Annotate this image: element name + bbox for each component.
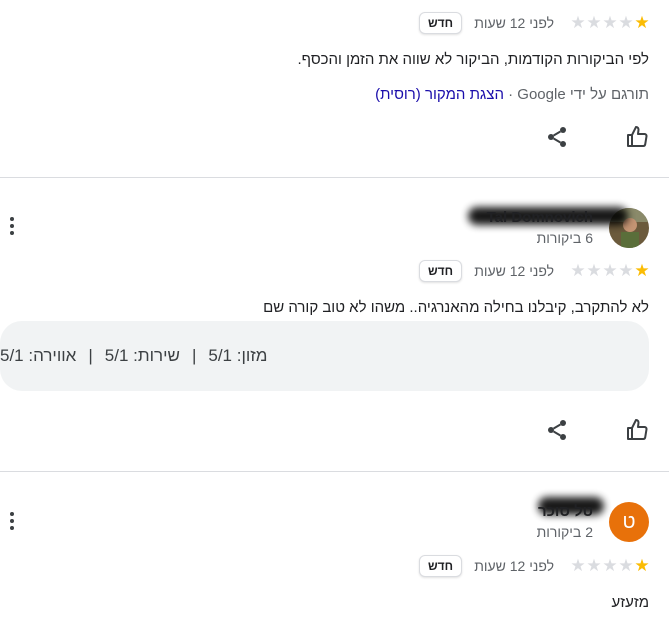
review2-like-button[interactable] bbox=[625, 418, 649, 442]
review2-ratings: מזון: 5/1 | שירות: 5/1 | אווירה: 5/1 bbox=[0, 321, 649, 391]
review2-share-button[interactable] bbox=[545, 418, 569, 442]
review2-reviews-count: 6 ביקורות bbox=[536, 230, 593, 246]
review3-stars: ★ ★ ★ ★ ★ bbox=[570, 556, 650, 576]
review3-more-button[interactable] bbox=[7, 512, 17, 530]
review2-more-button[interactable] bbox=[7, 217, 17, 235]
review3-new-badge: חדש bbox=[418, 555, 462, 577]
star-icon: ★ bbox=[586, 556, 602, 575]
review-divider bbox=[0, 177, 669, 178]
star-icon: ★ bbox=[602, 13, 618, 32]
share-icon bbox=[548, 420, 566, 440]
review2-text: לא להתקרב, קיבלנו בחילה מהאנרגיה.. משהו … bbox=[263, 299, 649, 316]
star-icon: ★ bbox=[586, 261, 602, 280]
review1-text: לפי הביקורות הקודמות, הביקור לא שווה את … bbox=[297, 51, 649, 68]
show-original-link[interactable]: הצגת המקור (רוסית) bbox=[375, 86, 504, 103]
review2-time: לפני 12 שעות bbox=[474, 263, 554, 279]
review1-stars: ★ ★ ★ ★ ★ bbox=[570, 13, 650, 33]
star-icon: ★ bbox=[618, 261, 634, 280]
rating-separator: | bbox=[191, 346, 197, 365]
review3-reviews-count: 2 ביקורות bbox=[536, 524, 593, 540]
review2-author-name[interactable]: Tal Domnovich bbox=[487, 209, 593, 226]
rating-service: שירות: 5/1 bbox=[104, 346, 180, 365]
star-icon: ★ bbox=[602, 556, 618, 575]
review1-time: לפני 12 שעות bbox=[474, 15, 554, 31]
star-icon: ★ bbox=[634, 261, 650, 280]
star-icon: ★ bbox=[618, 13, 634, 32]
review1-translated: תורגם על ידי Google · הצגת המקור (רוסית) bbox=[375, 86, 649, 103]
star-icon: ★ bbox=[570, 261, 586, 280]
review1-new-badge: חדש bbox=[418, 12, 462, 34]
star-icon: ★ bbox=[570, 556, 586, 575]
review-divider bbox=[0, 471, 669, 472]
share-icon bbox=[548, 127, 566, 147]
review2-stars: ★ ★ ★ ★ ★ bbox=[570, 261, 650, 281]
review1-share-button[interactable] bbox=[545, 125, 569, 149]
review3-time: לפני 12 שעות bbox=[474, 558, 554, 574]
review2-new-badge: חדש bbox=[418, 260, 462, 282]
rating-food: מזון: 5/1 bbox=[208, 346, 268, 365]
star-icon: ★ bbox=[570, 13, 586, 32]
star-icon: ★ bbox=[634, 13, 650, 32]
like-icon bbox=[627, 418, 648, 440]
star-icon: ★ bbox=[586, 13, 602, 32]
review3-text: מזעזע bbox=[611, 594, 649, 611]
rating-separator: | bbox=[88, 346, 93, 365]
star-icon: ★ bbox=[618, 556, 634, 575]
rating-atmosphere: אווירה: 5/1 bbox=[0, 346, 77, 365]
star-icon: ★ bbox=[602, 261, 618, 280]
avatar-letter: ט bbox=[622, 510, 636, 533]
review3-author-name[interactable]: טל סוכר bbox=[538, 503, 593, 520]
review3-avatar[interactable]: ט bbox=[609, 502, 649, 542]
review1-like-button[interactable] bbox=[625, 125, 649, 149]
translated-by-label: תורגם על ידי Google · bbox=[508, 86, 649, 103]
star-icon: ★ bbox=[634, 556, 650, 575]
like-icon bbox=[627, 125, 648, 147]
